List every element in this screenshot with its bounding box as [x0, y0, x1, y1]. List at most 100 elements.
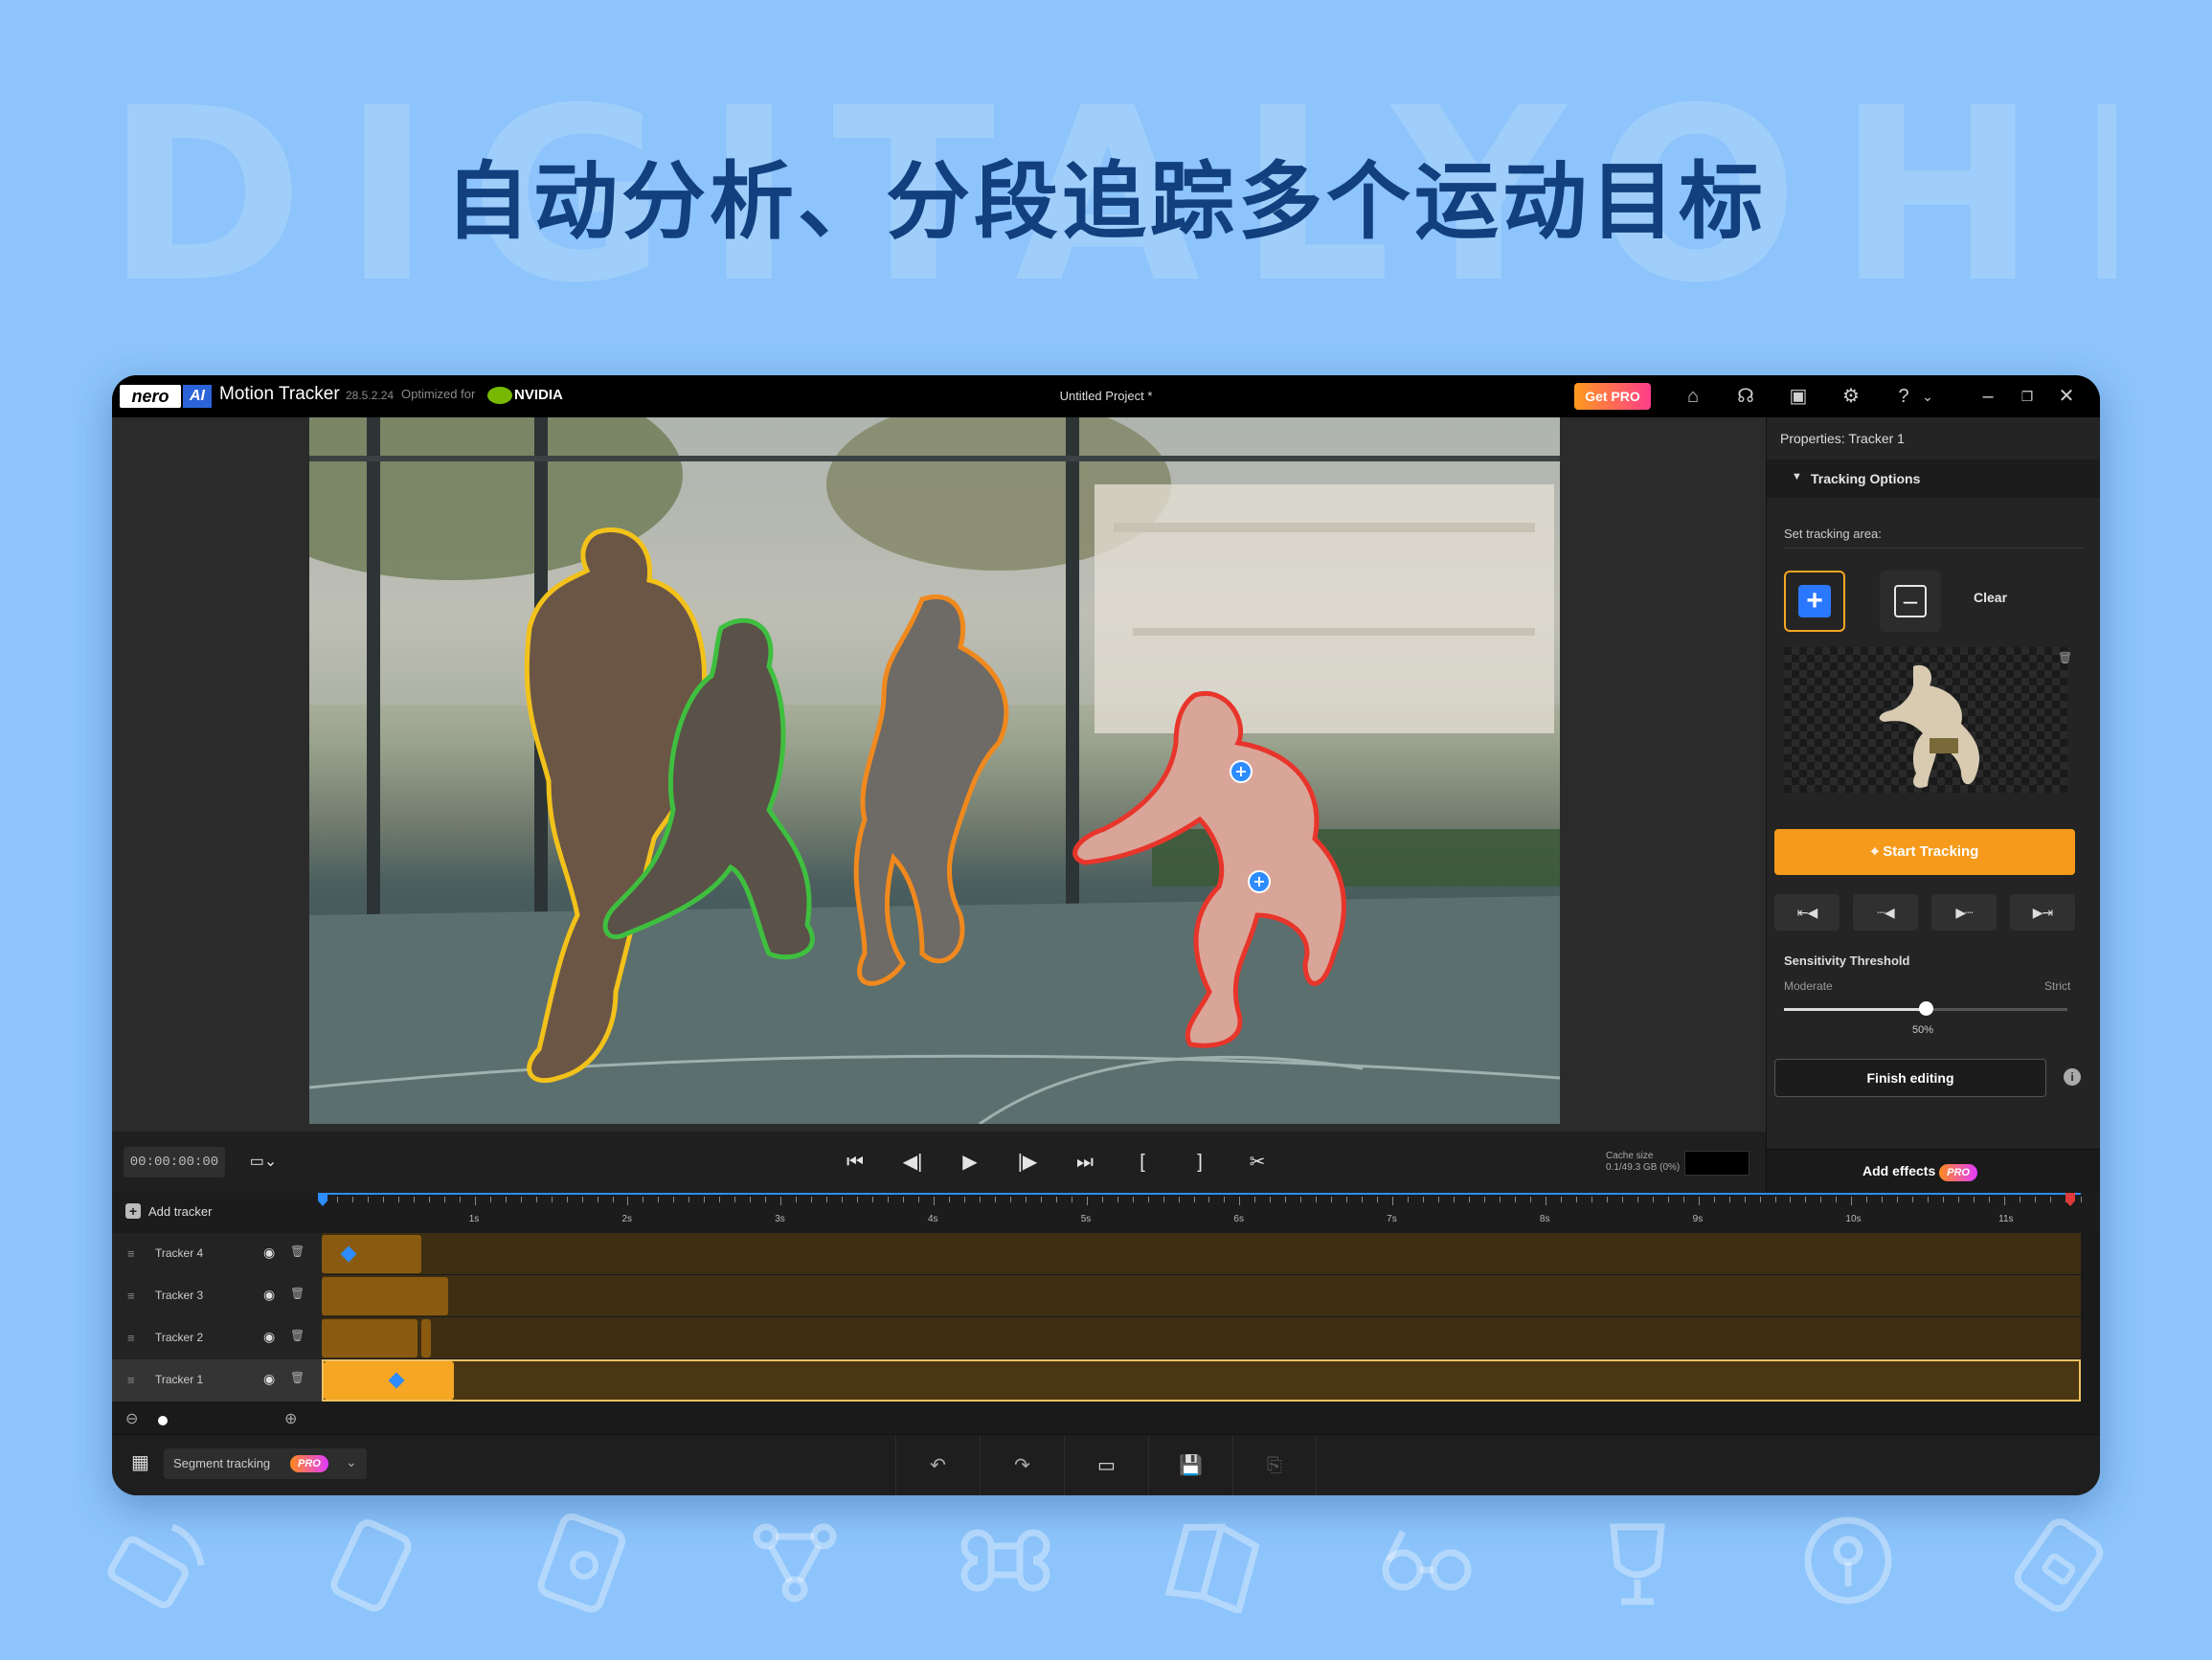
track-header[interactable]: ≡ Tracker 3 ◉ 🗑 — [112, 1275, 322, 1317]
track-row[interactable]: ≡ Tracker 4 ◉ 🗑 — [112, 1233, 2100, 1275]
track-row[interactable]: ≡ Tracker 2 ◉ 🗑 — [112, 1317, 2100, 1359]
track-lane[interactable] — [322, 1233, 2081, 1275]
prev-frame-icon[interactable]: ◀| — [895, 1147, 930, 1178]
chevron-down-icon[interactable]: ⌄ — [1914, 383, 1941, 410]
ruler-tick — [1591, 1197, 1592, 1202]
track-lane-selected[interactable] — [322, 1359, 2081, 1402]
time-ruler[interactable]: 1s 2s 3s 4s 5s 6s 7s 8s 9s 10s 11s — [322, 1193, 2082, 1233]
add-tracker-button[interactable]: + Add tracker — [125, 1203, 212, 1219]
mark-in-icon[interactable]: [ — [1125, 1147, 1160, 1178]
sensitivity-min-label: Moderate — [1784, 979, 1833, 993]
tracking-options-header[interactable]: ▼ Tracking Options — [1767, 460, 2100, 498]
export-icon[interactable]: ⎘ — [1232, 1435, 1317, 1495]
ruler-tick — [581, 1197, 583, 1202]
zoom-out-icon[interactable]: ⊖ — [125, 1409, 138, 1428]
close-icon[interactable]: ✕ — [2053, 383, 2080, 410]
ruler-tick — [1454, 1197, 1456, 1202]
trash-icon[interactable]: 🗑 — [290, 1371, 305, 1384]
visibility-icon[interactable]: ◉ — [263, 1371, 275, 1387]
ruler-tick — [566, 1197, 568, 1202]
segment-tracking-select[interactable]: Segment tracking PRO ⌄ — [164, 1448, 367, 1479]
restore-icon[interactable]: ❐ — [2014, 383, 2041, 410]
get-pro-button[interactable]: Get PRO — [1574, 383, 1651, 410]
minimize-icon[interactable]: – — [1975, 383, 2001, 410]
info-icon[interactable]: i — [2064, 1068, 2081, 1086]
sensitivity-slider-handle[interactable] — [1919, 1001, 1933, 1016]
track-lane[interactable] — [322, 1275, 2081, 1317]
trash-icon[interactable]: 🗑 — [290, 1287, 305, 1300]
ruler-tick — [1882, 1197, 1884, 1202]
help-icon[interactable]: ? — [1890, 383, 1917, 410]
trash-icon[interactable]: 🗑 — [2058, 651, 2072, 664]
ruler-tick — [796, 1197, 798, 1202]
mark-out-icon[interactable]: ] — [1183, 1147, 1217, 1178]
visibility-icon[interactable]: ◉ — [263, 1287, 275, 1303]
decor-wifi-icon — [107, 1523, 205, 1608]
next-frame-icon[interactable]: |▶ — [1010, 1147, 1045, 1178]
cut-icon[interactable]: ✂ — [1240, 1147, 1275, 1178]
zoom-in-icon[interactable]: ⊕ — [284, 1409, 297, 1428]
gift-icon[interactable]: ▣ — [1785, 383, 1812, 410]
track-to-start-icon[interactable]: ⇤◀ — [1774, 894, 1840, 931]
track-row[interactable]: ≡ Tracker 1 ◉ 🗑 — [112, 1359, 2100, 1402]
add-area-button[interactable]: + — [1784, 571, 1845, 632]
play-icon[interactable]: ▶ — [953, 1147, 987, 1178]
redo-icon[interactable]: ↷ — [980, 1435, 1064, 1495]
ruler-tick — [1193, 1197, 1195, 1202]
trash-icon[interactable]: 🗑 — [290, 1329, 305, 1342]
visibility-icon[interactable]: ◉ — [263, 1245, 275, 1261]
home-icon[interactable]: ⌂ — [1680, 383, 1706, 410]
subtract-area-button[interactable]: – — [1880, 571, 1941, 632]
ruler-tick — [1117, 1197, 1118, 1202]
add-effects-button[interactable]: Add effects PRO — [1862, 1163, 1977, 1181]
page-headline: 自动分析、分段追踪多个运动目标 — [444, 152, 1767, 251]
track-backward-icon[interactable]: ┈◀ — [1853, 894, 1918, 931]
video-frame[interactable]: + + — [309, 417, 1560, 1124]
track-row[interactable]: ≡ Tracker 3 ◉ 🗑 — [112, 1275, 2100, 1317]
sensitivity-value: 50% — [1912, 1024, 1934, 1036]
ruler-tick — [612, 1197, 614, 1202]
zoom-slider-handle[interactable] — [158, 1416, 168, 1425]
ruler-tick — [888, 1197, 890, 1202]
ruler-label: 1s — [468, 1214, 480, 1224]
start-tracking-button[interactable]: ⌖ Start Tracking — [1774, 829, 2075, 875]
finish-editing-button[interactable]: Finish editing — [1774, 1059, 2046, 1097]
ruler-tick — [1943, 1197, 1945, 1202]
clear-button[interactable]: Clear — [1974, 590, 2007, 605]
undo-icon[interactable]: ↶ — [895, 1435, 980, 1495]
track-header[interactable]: ≡ Tracker 2 ◉ 🗑 — [112, 1317, 322, 1359]
track-clip[interactable] — [421, 1319, 431, 1357]
segment-tracking-label: Segment tracking — [173, 1456, 271, 1470]
ruler-tick — [1346, 1197, 1348, 1202]
add-effects-bar[interactable]: Add effects PRO — [1767, 1149, 2100, 1193]
svg-text:+: + — [1234, 762, 1247, 780]
video-preview-area: + + — [112, 417, 1766, 1146]
ruler-tick — [1254, 1197, 1256, 1202]
open-folder-icon[interactable]: ▭ — [1064, 1435, 1148, 1495]
apps-grid-icon[interactable]: ▦ — [131, 1452, 152, 1473]
skip-end-icon[interactable]: ⏭ — [1068, 1147, 1102, 1178]
track-to-end-icon[interactable]: ▶⇥ — [2010, 894, 2075, 931]
save-icon[interactable]: 💾 — [1148, 1435, 1232, 1495]
track-clip[interactable] — [322, 1277, 448, 1315]
display-mode-icon[interactable]: ▭⌄ — [246, 1147, 281, 1178]
track-lane[interactable] — [322, 1317, 2081, 1359]
headset-icon[interactable]: ☊ — [1732, 383, 1759, 410]
trash-icon[interactable]: 🗑 — [290, 1245, 305, 1258]
gear-icon[interactable]: ⚙ — [1838, 383, 1864, 410]
track-clip[interactable] — [322, 1235, 421, 1273]
ruler-tick — [750, 1197, 752, 1202]
properties-panel: Properties: Tracker 1 ▼ Tracking Options… — [1766, 417, 2100, 1193]
track-header-selected[interactable]: ≡ Tracker 1 ◉ 🗑 — [112, 1359, 322, 1402]
drag-handle-icon[interactable]: ≡ — [127, 1289, 135, 1303]
ruler-tick — [382, 1197, 384, 1202]
visibility-icon[interactable]: ◉ — [263, 1329, 275, 1345]
drag-handle-icon[interactable]: ≡ — [127, 1331, 135, 1345]
drag-handle-icon[interactable]: ≡ — [127, 1246, 135, 1261]
drag-handle-icon[interactable]: ≡ — [127, 1373, 135, 1387]
track-forward-icon[interactable]: ▶┈ — [1931, 894, 1997, 931]
track-header[interactable]: ≡ Tracker 4 ◉ 🗑 — [112, 1233, 322, 1275]
ruler-label: 9s — [1692, 1214, 1704, 1224]
skip-start-icon[interactable]: ⏮ — [838, 1147, 872, 1178]
track-clip[interactable] — [322, 1319, 418, 1357]
